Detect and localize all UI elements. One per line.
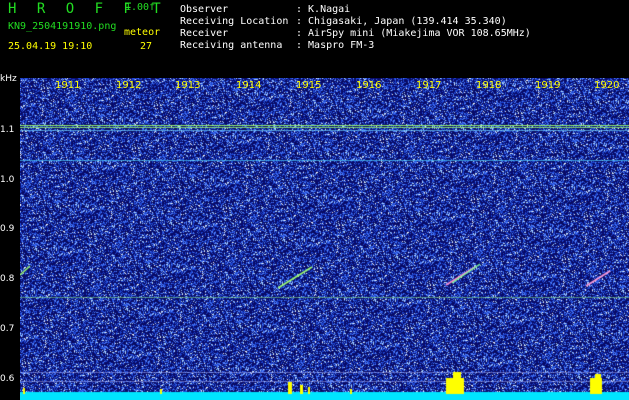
x-tick-1916: 1916	[356, 80, 382, 91]
y-tick-1-1: 1.1	[0, 125, 15, 135]
filename-label: KN9_2504191910.png	[8, 21, 117, 32]
y-tick-1-0: 1.0	[0, 175, 15, 185]
x-tick-1912: 1912	[116, 80, 142, 91]
info-label-receiver: Receiver	[180, 28, 229, 39]
version-label: 1.00f	[125, 2, 156, 13]
x-tick-1911: 1911	[55, 80, 81, 91]
y-tick-0-8: 0.8	[0, 274, 15, 284]
x-tick-1914: 1914	[236, 80, 262, 91]
spectrogram-canvas	[20, 78, 629, 400]
x-tick-1917: 1917	[416, 80, 442, 91]
y-tick-0-7: 0.7	[0, 324, 15, 334]
x-tick-1919: 1919	[535, 80, 561, 91]
meteor-count-value: 27	[140, 41, 153, 52]
x-tick-1918: 1918	[476, 80, 502, 91]
x-tick-1915: 1915	[296, 80, 322, 91]
hrofft-window: H R O F F T 1.00f KN9_2504191910.png met…	[0, 0, 629, 400]
info-label-location: Receiving Location	[180, 16, 289, 27]
info-label-observer: Observer	[180, 4, 229, 15]
info-value-receiver: : AirSpy mini (Miakejima VOR 108.65MHz)	[296, 28, 531, 39]
y-axis-unit: kHz	[0, 74, 17, 84]
spectrogram-panel	[20, 78, 629, 400]
info-value-observer: : K.Nagai	[296, 4, 351, 15]
info-label-antenna: Receiving antenna	[180, 40, 283, 51]
info-value-antenna: : Maspro FM-3	[296, 40, 375, 51]
info-value-location: : Chigasaki, Japan (139.414 35.340)	[296, 16, 507, 27]
meteor-count-label: meteor	[124, 27, 161, 38]
x-tick-1913: 1913	[175, 80, 201, 91]
x-tick-1920: 1920	[594, 80, 620, 91]
datetime-label: 25.04.19 19:10	[8, 41, 93, 52]
y-tick-0-6: 0.6	[0, 374, 15, 384]
y-tick-0-9: 0.9	[0, 224, 15, 234]
